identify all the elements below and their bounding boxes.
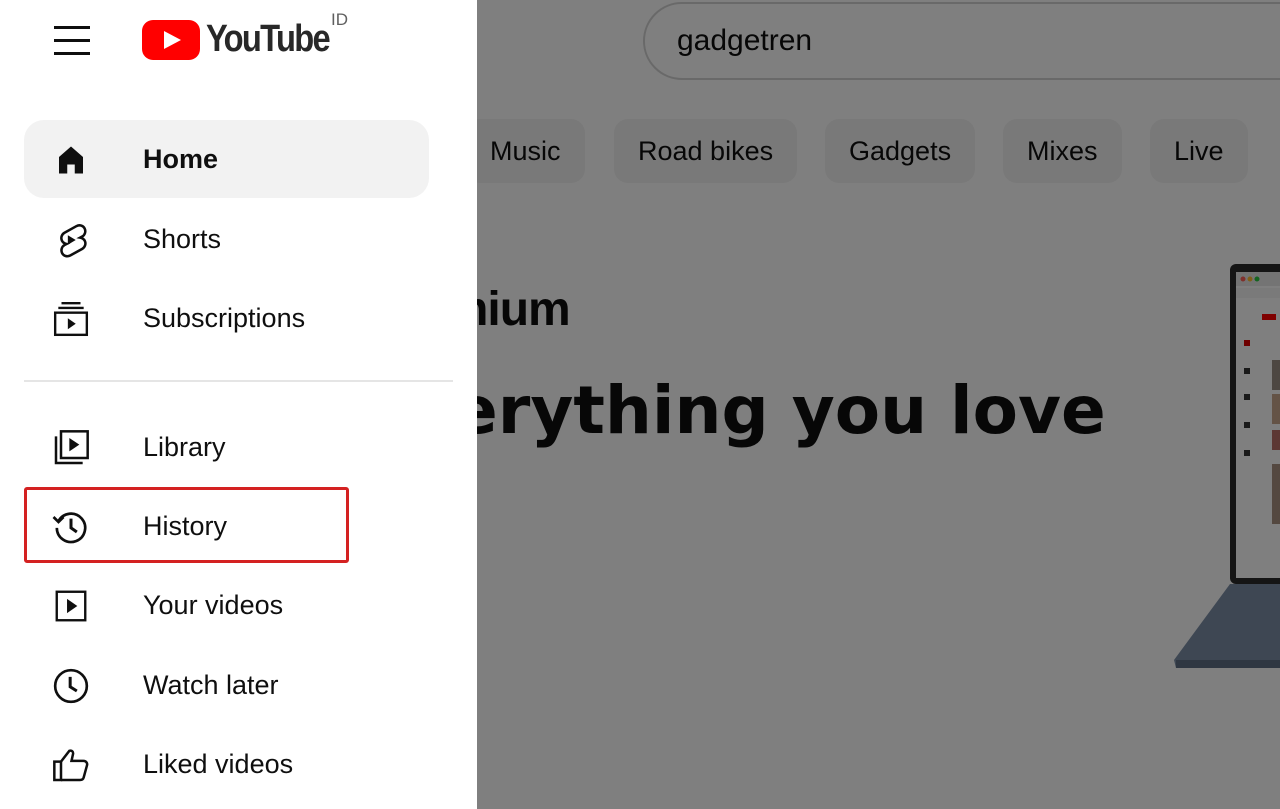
shorts-icon [50, 219, 92, 261]
hamburger-line [54, 39, 90, 42]
country-code: ID [331, 10, 348, 29]
sidebar-item-label: History [143, 510, 228, 541]
youtube-play-icon [142, 19, 200, 60]
like-icon [50, 744, 92, 786]
sidebar-item-home[interactable]: Home [24, 120, 429, 198]
sidebar-item-watch-later[interactable]: Watch later [24, 646, 429, 724]
library-icon [50, 427, 92, 469]
hamburger-menu-icon [54, 26, 90, 29]
subscriptions-icon [50, 298, 92, 340]
your-videos-icon [50, 585, 92, 627]
sidebar-item-label: Your videos [143, 589, 284, 620]
sidebar-item-liked-videos[interactable]: Liked videos [24, 725, 429, 803]
section-divider [24, 380, 453, 382]
sidebar-item-label: Watch later [143, 669, 279, 700]
watch-later-icon [50, 665, 92, 707]
youtube-logo[interactable]: YouTube [142, 18, 349, 61]
history-icon [50, 506, 92, 548]
sidebar-item-label: Subscriptions [143, 302, 306, 333]
sidebar-item-your-videos[interactable]: Your videos [24, 566, 429, 644]
hamburger-line [54, 52, 90, 55]
sidebar-item-history[interactable]: History [24, 487, 429, 565]
sidebar-item-shorts[interactable]: Shorts [24, 200, 429, 278]
sidebar-item-library[interactable]: Library [24, 408, 429, 486]
sidebar-item-label: Liked videos [143, 748, 294, 779]
navigation-drawer: YouTube ID Home Shorts Subscriptions Lib… [0, 0, 477, 809]
logo-text: YouTube [206, 18, 331, 60]
sidebar-item-label: Home [143, 143, 219, 174]
sidebar-item-label: Library [143, 431, 226, 462]
hamburger-menu-button[interactable] [44, 14, 100, 66]
sidebar-item-label: Shorts [143, 223, 222, 254]
sidebar-item-subscriptions[interactable]: Subscriptions [24, 279, 429, 357]
home-icon [50, 139, 92, 181]
